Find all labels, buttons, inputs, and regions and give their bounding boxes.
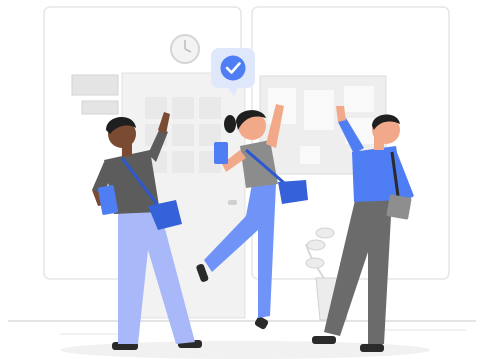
door-handle (228, 200, 237, 205)
wall-sign (71, 74, 119, 96)
back-to-school-illustration (8, 6, 476, 359)
door-window (145, 97, 221, 173)
wall-sign (81, 100, 119, 115)
clock-icon (170, 34, 200, 64)
